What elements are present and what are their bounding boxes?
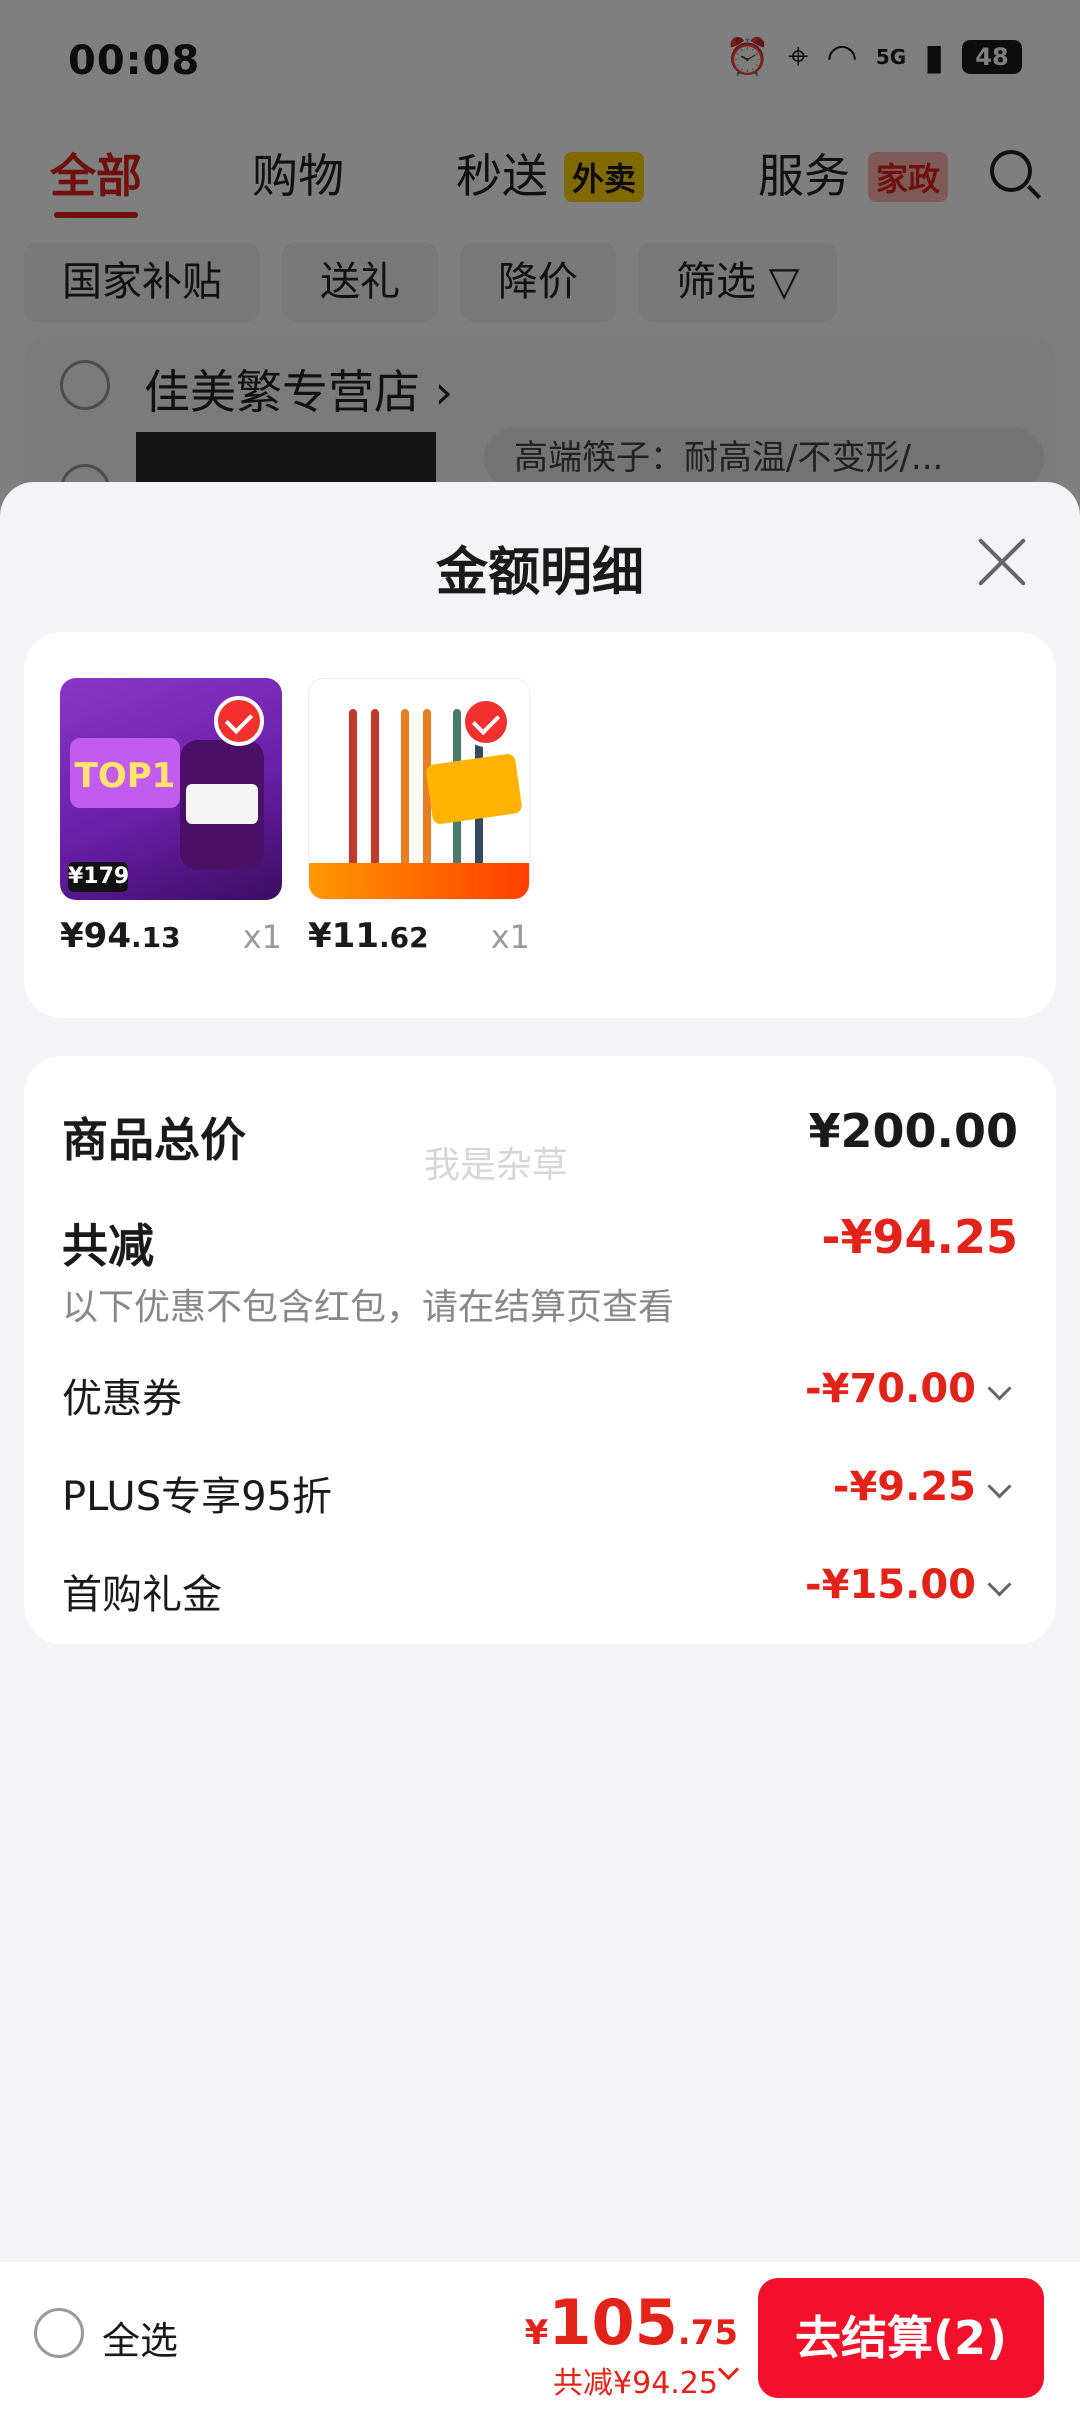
checkout-button[interactable]: 去结算(2) [758, 2278, 1044, 2398]
plus-discount-row[interactable]: PLUS专享95折 -¥9.25 [62, 1464, 1018, 1534]
first-purchase-value: -¥15.00 [805, 1562, 976, 1608]
chevron-down-icon [987, 1572, 1012, 1597]
select-all-radio[interactable] [34, 2308, 84, 2358]
products-card: TOP1 ¥179 ¥94.13 x1 ¥11.62 x1 [24, 632, 1056, 1018]
product-image-price: ¥179 [68, 862, 129, 892]
amount-detail-sheet: 金额明细 TOP1 ¥179 ¥94.13 x1 ¥11.62 x1 我是杂草 … [0, 482, 1080, 2414]
first-purchase-label: 首购礼金 [62, 1572, 222, 1618]
price-summary-card: 我是杂草 商品总价 ¥200.00 共减 -¥94.25 以下优惠不包含红包，请… [24, 1056, 1056, 1644]
check-icon [461, 697, 511, 747]
chopstick-graphic [401, 709, 409, 889]
coupon-row[interactable]: 优惠券 -¥70.00 [62, 1366, 1018, 1436]
product-quantity: x1 [242, 918, 282, 956]
product-item[interactable]: TOP1 ¥179 ¥94.13 x1 [60, 678, 282, 956]
product-quantity: x1 [490, 918, 530, 956]
chevron-down-icon [987, 1474, 1012, 1499]
chopstick-graphic [349, 709, 357, 889]
total-row: 商品总价 ¥200.00 [62, 1104, 1018, 1174]
close-icon[interactable] [974, 534, 1030, 590]
total-label: 商品总价 [62, 1113, 246, 1167]
product-image: TOP1 ¥179 [60, 678, 282, 900]
total-yen: ¥ [524, 2313, 549, 2353]
sheet-title: 金额明细 [435, 543, 644, 603]
checkout-bar: 全选 ¥105.75 共减¥94.25 去结算(2) [0, 2262, 1080, 2414]
discount-summary[interactable]: 共减¥94.25 [553, 2358, 718, 2402]
chevron-down-icon [987, 1376, 1012, 1401]
plus-discount-value: -¥9.25 [832, 1464, 976, 1510]
select-all-label[interactable]: 全选 [102, 2310, 178, 2365]
reduce-label: 共减 [62, 1219, 154, 1273]
first-purchase-row[interactable]: 首购礼金 -¥15.00 [62, 1562, 1018, 1632]
product-image-tag: TOP1 [70, 738, 180, 808]
price-dec: .62 [378, 921, 429, 954]
total-value: ¥200.00 [808, 1104, 1018, 1158]
total-dec: .75 [677, 2313, 738, 2353]
discount-note: 以下优惠不包含红包，请在结算页查看 [62, 1287, 675, 1328]
reduce-row: 共减 -¥94.25 [62, 1210, 1018, 1280]
price-dec: .13 [130, 921, 181, 954]
promo-bar [309, 863, 529, 899]
price-int: ¥94 [60, 916, 131, 956]
bottle-graphic [180, 740, 264, 870]
plus-discount-label: PLUS专享95折 [62, 1474, 332, 1520]
total-price: ¥105.75 [525, 2286, 738, 2359]
chopstick-graphic [371, 709, 379, 889]
product-price: ¥94.13 [60, 916, 181, 956]
reduce-value: -¥94.25 [821, 1210, 1018, 1264]
promo-flag [425, 753, 523, 825]
product-price: ¥11.62 [308, 916, 429, 956]
coupon-value: -¥70.00 [805, 1366, 976, 1412]
coupon-label: 优惠券 [62, 1376, 182, 1422]
price-int: ¥11 [308, 916, 379, 956]
product-image [308, 678, 530, 900]
product-item[interactable]: ¥11.62 x1 [308, 678, 530, 956]
chevron-down-icon[interactable] [717, 2358, 740, 2381]
total-int: 105 [548, 2286, 678, 2359]
check-icon [214, 696, 264, 746]
